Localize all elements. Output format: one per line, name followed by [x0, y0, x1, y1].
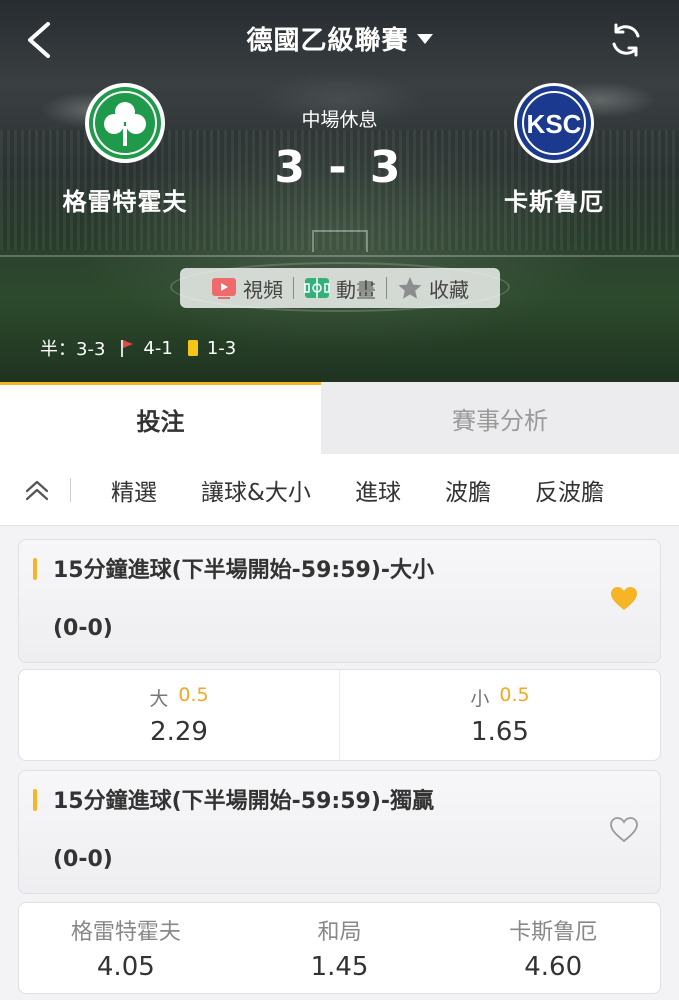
away-team-logo: KSC — [514, 83, 594, 163]
market-subtitle: (0-0) — [53, 847, 113, 872]
market-accent — [33, 789, 37, 811]
market-header[interactable]: 15分鐘進球(下半場開始-59:59)-獨贏 (0-0) — [18, 770, 661, 894]
half-score: 半：3-3 — [40, 339, 106, 360]
heart-filled-icon[interactable] — [610, 586, 638, 612]
yellow-cards-value: 1-3 — [206, 337, 237, 359]
option-name: 和局 — [317, 920, 362, 945]
league-title: 德國乙級聯賽 — [246, 26, 409, 56]
category-bar: 精選 讓球&大小 進球 波膽 反波膽 — [0, 454, 679, 526]
market-title: 15分鐘進球(下半場開始-59:59)-獨贏 — [53, 789, 435, 814]
category-handicap-ou[interactable]: 讓球&大小 — [179, 473, 333, 507]
option-name: 小 — [470, 687, 490, 710]
tab-analysis[interactable]: 賽事分析 — [321, 382, 679, 454]
odds-price: 4.60 — [524, 952, 583, 982]
svg-text:KSC: KSC — [527, 109, 582, 139]
top-bar: 德國乙級聯賽 — [0, 0, 679, 78]
option-line: 0.5 — [499, 683, 530, 706]
corners-stat: 4-1 — [119, 337, 173, 359]
media-bar: 視頻 動畫 收藏 — [180, 268, 500, 308]
media-divider — [293, 277, 294, 299]
category-list: 精選 讓球&大小 進球 波膽 反波膽 — [89, 473, 626, 507]
option-name: 大 — [149, 687, 169, 710]
corners-value: 4-1 — [143, 337, 173, 359]
option-line: 0.5 — [178, 683, 209, 706]
heart-outline-icon[interactable] — [610, 817, 638, 843]
main-tabs: 投注 賽事分析 — [0, 382, 679, 454]
away-team-name: 卡斯鲁厄 — [504, 188, 604, 216]
market-header[interactable]: 15分鐘進球(下半場開始-59:59)-大小 (0-0) — [18, 539, 661, 663]
option-name: 格雷特霍夫 — [70, 920, 181, 945]
category-correct-score[interactable]: 波膽 — [423, 473, 513, 507]
yellow-card-icon — [187, 340, 198, 356]
pitch-icon — [304, 278, 330, 298]
odds-row: 格雷特霍夫 4.05 和局 1.45 卡斯鲁厄 4.60 — [18, 902, 661, 994]
category-featured[interactable]: 精選 — [89, 473, 179, 507]
animation-label: 動畫 — [336, 277, 376, 302]
favorite-label: 收藏 — [429, 277, 469, 302]
star-icon — [398, 277, 422, 299]
odds-price: 1.65 — [471, 716, 529, 747]
league-selector[interactable]: 德國乙級聯賽 — [0, 20, 679, 57]
away-team[interactable]: KSC 卡斯鲁厄 — [454, 82, 654, 217]
category-divider — [70, 477, 71, 502]
caret-down-icon — [416, 33, 433, 44]
odds-option-away[interactable]: 卡斯鲁厄 4.60 — [446, 903, 660, 993]
odds-option-under[interactable]: 小 0.5 1.65 — [339, 670, 660, 760]
market-title: 15分鐘進球(下半場開始-59:59)-大小 — [53, 558, 435, 583]
yellow-cards-stat: 1-3 — [187, 338, 236, 359]
odds-option-home[interactable]: 格雷特霍夫 4.05 — [19, 903, 233, 993]
match-header: 德國乙級聯賽 格雷特霍夫 中場休息 3 - 3 KSC 卡斯鲁厄 視頻 動畫 收… — [0, 0, 679, 382]
refresh-icon[interactable] — [608, 22, 644, 58]
tv-icon — [212, 278, 236, 299]
video-label: 視頻 — [243, 277, 283, 302]
video-button[interactable]: 視頻 — [211, 274, 283, 303]
odds-price: 4.05 — [96, 952, 155, 982]
pitch-line — [0, 255, 679, 257]
odds-label: 小 0.5 — [470, 684, 529, 711]
odds-row: 大 0.5 2.29 小 0.5 1.65 — [18, 669, 661, 761]
odds-option-over[interactable]: 大 0.5 2.29 — [19, 670, 339, 760]
favorite-button[interactable]: 收藏 — [397, 274, 469, 303]
odds-price: 2.29 — [150, 716, 208, 747]
goal-frame — [312, 230, 368, 252]
media-divider — [386, 277, 387, 299]
corner-flag-icon — [121, 340, 134, 357]
odds-price: 1.45 — [310, 952, 369, 982]
market-accent — [33, 558, 37, 580]
category-goals[interactable]: 進球 — [333, 473, 423, 507]
tab-betting[interactable]: 投注 — [0, 382, 321, 454]
odds-label: 大 0.5 — [149, 684, 208, 711]
match-stats: 半：3-3 4-1 1-3 — [40, 335, 236, 361]
odds-option-draw[interactable]: 和局 1.45 — [233, 903, 447, 993]
animation-button[interactable]: 動畫 — [304, 274, 376, 303]
category-anti-correct-score[interactable]: 反波膽 — [513, 473, 626, 507]
option-name: 卡斯鲁厄 — [509, 920, 598, 945]
market-subtitle: (0-0) — [53, 616, 113, 641]
collapse-icon[interactable] — [22, 475, 52, 505]
